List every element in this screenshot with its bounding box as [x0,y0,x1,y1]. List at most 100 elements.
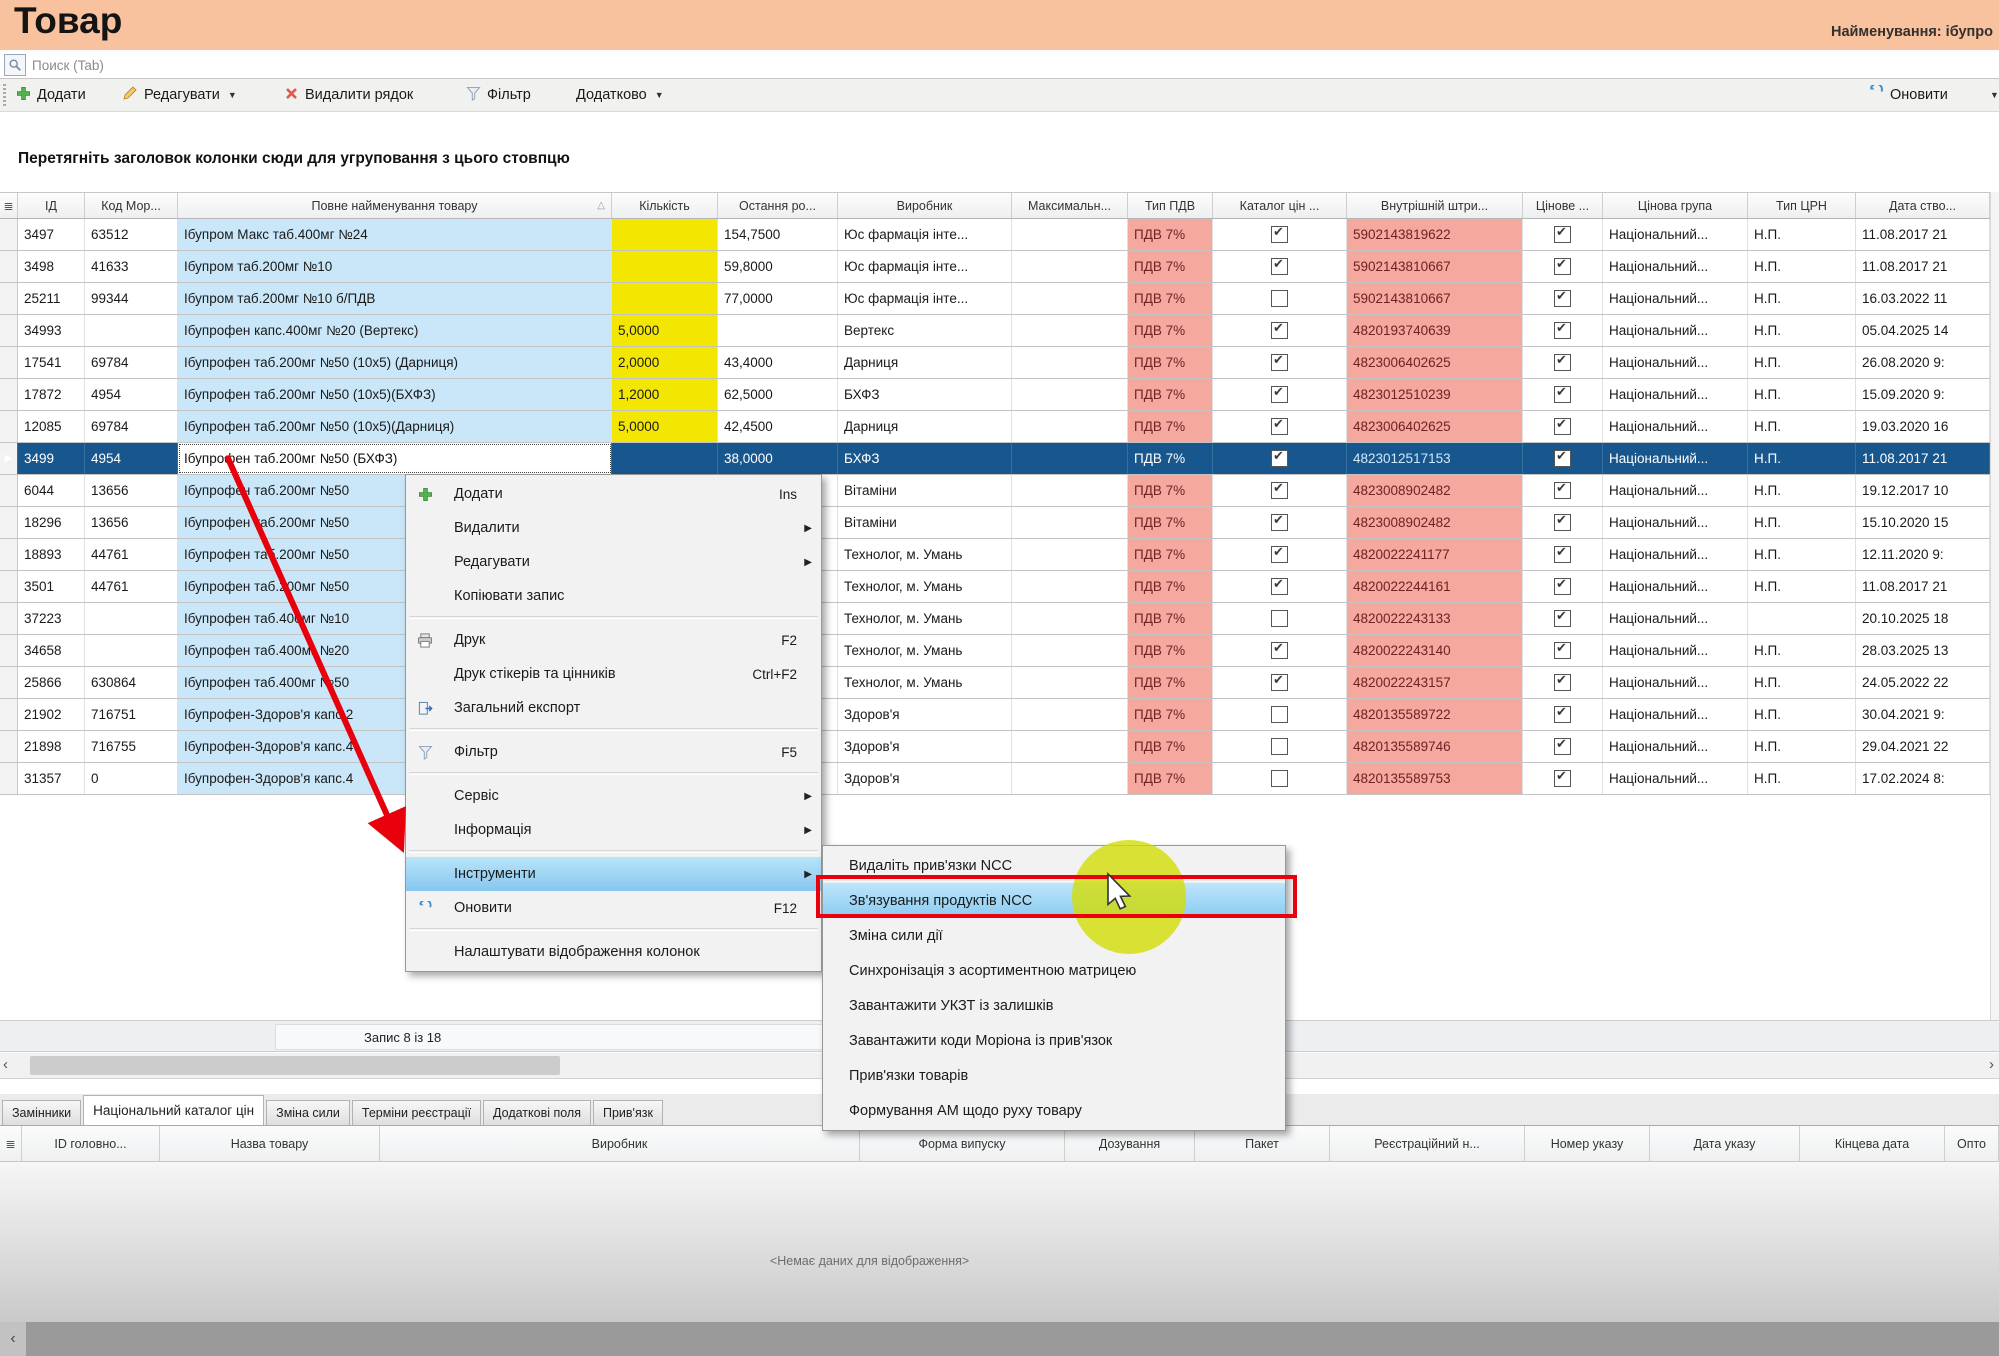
catalog-checkbox[interactable] [1271,226,1288,243]
price-checkbox-cell[interactable] [1523,635,1603,666]
price-checkbox[interactable] [1554,738,1571,755]
cell-created-date[interactable]: 26.08.2020 9: [1856,347,1990,378]
cell-barcode[interactable]: 4823012510239 [1347,379,1523,410]
cell-vendor[interactable]: БХФЗ [838,379,1012,410]
menu-item[interactable]: ФільтрF5 [406,735,821,769]
catalog-checkbox-cell[interactable] [1213,411,1347,442]
detail-column-header[interactable]: ID головно... [22,1126,160,1161]
cell-created-date[interactable]: 19.12.2017 10 [1856,475,1990,506]
cell-code[interactable]: 44761 [85,539,178,570]
price-checkbox[interactable] [1554,514,1571,531]
price-checkbox[interactable] [1554,258,1571,275]
detail-column-header[interactable]: Реєстраційний н... [1330,1126,1525,1161]
column-header[interactable]: Кількість [612,193,718,218]
cell-created-date[interactable]: 24.05.2022 22 [1856,667,1990,698]
detail-column-header[interactable]: Дозування [1065,1126,1195,1161]
price-checkbox[interactable] [1554,546,1571,563]
cell-vendor[interactable]: Дарниця [838,411,1012,442]
toolbar-overflow-button[interactable]: ▼ [1988,79,1999,111]
cell-max[interactable] [1012,251,1128,282]
catalog-checkbox-cell[interactable] [1213,603,1347,634]
cell-last-price[interactable]: 59,8000 [718,251,838,282]
cell-id[interactable]: 34993 [18,315,85,346]
row-indicator-cell[interactable]: ▶ [0,443,18,474]
price-checkbox-cell[interactable] [1523,251,1603,282]
catalog-checkbox[interactable] [1271,514,1288,531]
row-indicator-cell[interactable] [0,667,18,698]
cell-last-price[interactable]: 77,0000 [718,283,838,314]
column-header[interactable]: Дата ство... [1856,193,1990,218]
cell-crn-type[interactable]: Н.П. [1748,475,1856,506]
table-row[interactable]: 604413656Ібупрофен таб.200мг №50Вітаміни… [0,475,1990,507]
cell-crn-type[interactable] [1748,603,1856,634]
price-checkbox-cell[interactable] [1523,411,1603,442]
cell-vat-type[interactable]: ПДВ 7% [1128,443,1213,474]
menu-item[interactable]: Інформація▶ [406,813,821,847]
catalog-checkbox-cell[interactable] [1213,219,1347,250]
row-indicator-cell[interactable] [0,315,18,346]
cell-vat-type[interactable]: ПДВ 7% [1128,475,1213,506]
price-checkbox[interactable] [1554,770,1571,787]
catalog-checkbox-cell[interactable] [1213,475,1347,506]
tab-inactive[interactable]: Терміни реєстрації [352,1100,481,1125]
cell-price-group[interactable]: Національний... [1603,635,1748,666]
catalog-checkbox-cell[interactable] [1213,539,1347,570]
cell-crn-type[interactable]: Н.П. [1748,315,1856,346]
cell-price-group[interactable]: Національний... [1603,763,1748,794]
cell-barcode[interactable]: 4820022243133 [1347,603,1523,634]
catalog-checkbox[interactable] [1271,258,1288,275]
submenu-item[interactable]: Видаліть прив'язки NCC [823,848,1285,883]
cell-crn-type[interactable]: Н.П. [1748,763,1856,794]
row-indicator-cell[interactable] [0,603,18,634]
cell-max[interactable] [1012,763,1128,794]
price-checkbox-cell[interactable] [1523,571,1603,602]
table-row[interactable]: 34658Ібупрофен таб.400мг №20Технолог, м.… [0,635,1990,667]
catalog-checkbox[interactable] [1271,450,1288,467]
cell-price-group[interactable]: Національний... [1603,699,1748,730]
cell-vat-type[interactable]: ПДВ 7% [1128,411,1213,442]
cell-last-price[interactable]: 43,4000 [718,347,838,378]
table-row[interactable]: 34993Ібупрофен капс.400мг №20 (Вертекс)5… [0,315,1990,347]
cell-name[interactable]: Ібупром Макс таб.400мг №24 [178,219,612,250]
cell-vendor[interactable]: Здоров'я [838,731,1012,762]
cell-code[interactable]: 63512 [85,219,178,250]
edit-button[interactable]: Редагувати ▼ [122,79,237,111]
catalog-checkbox[interactable] [1271,386,1288,403]
cell-quantity[interactable] [612,443,718,474]
menu-item[interactable]: Інструменти▶ [406,857,821,891]
detail-column-header[interactable]: Форма випуску [860,1126,1065,1161]
cell-created-date[interactable]: 11.08.2017 21 [1856,219,1990,250]
row-indicator-cell[interactable] [0,219,18,250]
cell-id[interactable]: 25211 [18,283,85,314]
cell-vat-type[interactable]: ПДВ 7% [1128,635,1213,666]
menu-item[interactable]: Налаштувати відображення колонок [406,935,821,969]
row-indicator-cell[interactable] [0,347,18,378]
cell-vendor[interactable]: БХФЗ [838,443,1012,474]
column-header[interactable]: ІД [18,193,85,218]
cell-max[interactable] [1012,603,1128,634]
cell-name[interactable]: Ібупрофен таб.200мг №50 (10х5) (Дарниця) [178,347,612,378]
price-checkbox[interactable] [1554,418,1571,435]
cell-vendor[interactable]: Вертекс [838,315,1012,346]
cell-price-group[interactable]: Національний... [1603,443,1748,474]
catalog-checkbox[interactable] [1271,770,1288,787]
cell-code[interactable] [85,603,178,634]
catalog-checkbox[interactable] [1271,738,1288,755]
cell-price-group[interactable]: Національний... [1603,603,1748,634]
cell-crn-type[interactable]: Н.П. [1748,379,1856,410]
price-checkbox-cell[interactable] [1523,379,1603,410]
cell-crn-type[interactable]: Н.П. [1748,731,1856,762]
row-indicator-cell[interactable] [0,379,18,410]
cell-crn-type[interactable]: Н.П. [1748,251,1856,282]
table-row[interactable]: 349763512Ібупром Макс таб.400мг №24154,7… [0,219,1990,251]
row-indicator-cell[interactable] [0,731,18,762]
row-indicator-cell[interactable] [0,571,18,602]
cell-max[interactable] [1012,219,1128,250]
menu-item[interactable]: ДодатиIns [406,477,821,511]
cell-id[interactable]: 3501 [18,571,85,602]
cell-last-price[interactable]: 42,4500 [718,411,838,442]
cell-code[interactable]: 69784 [85,411,178,442]
cell-crn-type[interactable]: Н.П. [1748,571,1856,602]
cell-vendor[interactable]: Юс фармація інте... [838,251,1012,282]
detail-column-header[interactable]: Дата указу [1650,1126,1800,1161]
